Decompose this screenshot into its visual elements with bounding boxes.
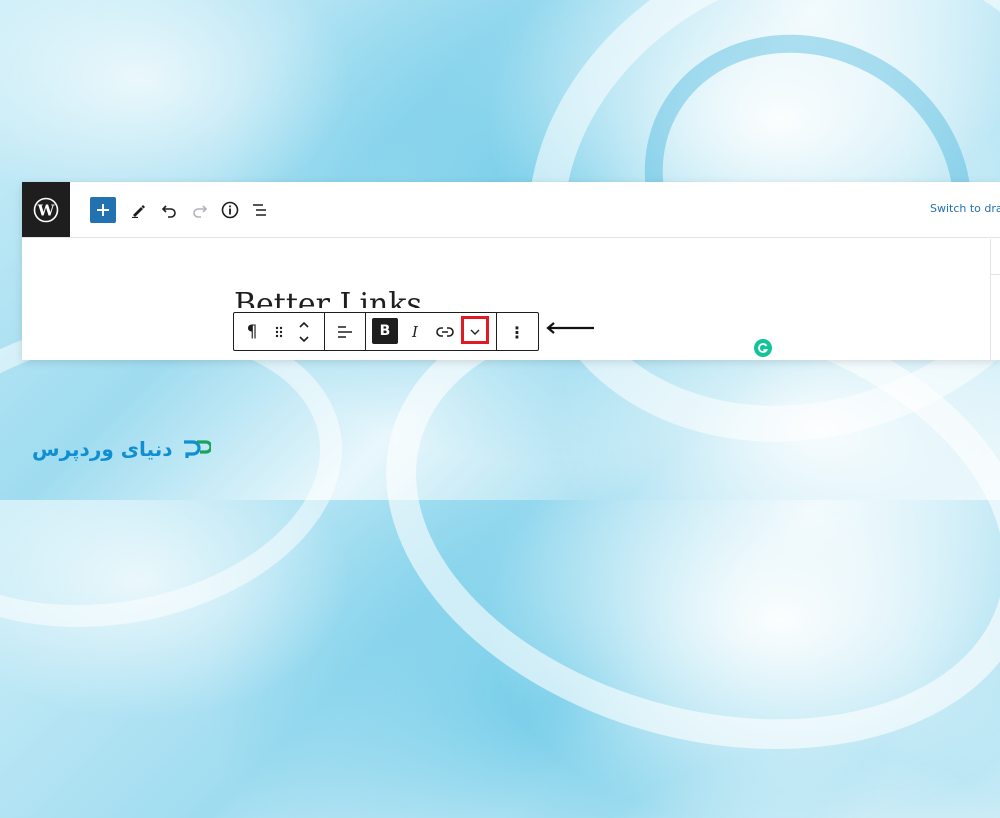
redo-icon	[193, 205, 208, 218]
align-button[interactable]	[333, 320, 357, 344]
block-editor-window: W Switch to dra Better Links ¶ B I ⋮	[22, 182, 1000, 360]
link-icon	[436, 327, 454, 337]
options-button[interactable]: ⋮	[505, 320, 529, 344]
align-left-icon	[338, 326, 352, 338]
grammarly-icon[interactable]	[754, 339, 772, 357]
pencil-icon	[132, 205, 145, 218]
editor-header: W Switch to dra	[22, 182, 1000, 238]
bold-button[interactable]: B	[372, 318, 398, 344]
svg-text:W: W	[37, 201, 56, 219]
block-toolbar: ¶ B I ⋮	[233, 312, 539, 351]
info-icon	[221, 201, 239, 219]
more-rich-text-controls-button[interactable]	[463, 320, 487, 344]
list-view-icon	[253, 204, 266, 216]
paragraph-block-type-button[interactable]: ¶	[240, 320, 264, 344]
brand-logo-icon	[183, 440, 211, 458]
link-button[interactable]	[433, 320, 457, 344]
tools-button[interactable]	[125, 197, 151, 223]
move-up-down-icon	[299, 321, 309, 343]
list-view-button[interactable]	[247, 197, 273, 223]
chevron-down-icon	[470, 329, 480, 335]
left-arrow-icon	[546, 322, 594, 334]
brand-name: دنیای وردپرس	[32, 437, 173, 461]
italic-button[interactable]: I	[403, 320, 427, 344]
brand-watermark: دنیای وردپرس	[32, 436, 211, 462]
wordpress-logo-icon[interactable]: W	[22, 182, 70, 237]
switch-to-draft-link[interactable]: Switch to draft	[930, 202, 1000, 215]
drag-handle-icon[interactable]	[267, 320, 291, 344]
sidebar-edge	[990, 239, 1000, 360]
undo-icon	[161, 205, 176, 218]
plus-icon	[97, 204, 109, 216]
move-up-down-button[interactable]	[292, 316, 316, 348]
paragraph-block[interactable]: Better Links	[234, 290, 422, 308]
add-block-button[interactable]	[90, 197, 116, 223]
details-button[interactable]	[217, 197, 243, 223]
redo-button[interactable]	[187, 197, 213, 223]
undo-button[interactable]	[156, 197, 182, 223]
